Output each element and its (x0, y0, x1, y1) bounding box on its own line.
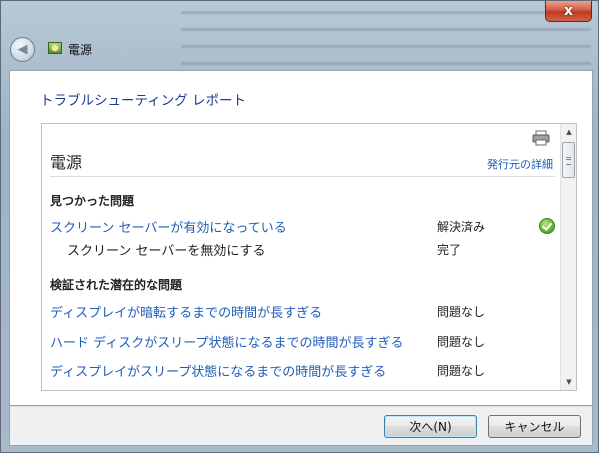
back-button[interactable]: ◀ (10, 37, 35, 62)
background-window-text (181, 5, 591, 65)
table-row: スクリーン セーバーを無効にする 完了 (50, 240, 558, 259)
troubleshooter-window: x ◀ 電源 トラブルシューティング レポート 電源 発行元の詳細 見つかった問… (0, 0, 599, 453)
report-title: 電源 (50, 153, 83, 172)
close-icon: x (563, 3, 574, 19)
fix-step-label: スクリーン セーバーを無効にする (67, 244, 266, 259)
table-row: ハード ディスクがスリープ状態になるまでの時間が長すぎる 問題なし (50, 332, 558, 351)
status-text: 問題なし (437, 305, 486, 319)
section-heading-found-problems: 見つかった問題 (50, 194, 135, 208)
scroll-down-icon[interactable]: ▼ (561, 374, 576, 390)
status-text: 解決済み (437, 220, 486, 234)
check-icon (539, 218, 555, 234)
section-heading-verified-issues: 検証された潜在的な問題 (50, 278, 183, 292)
button-bar: 次へ(N) キャンセル (9, 406, 593, 446)
divider (50, 176, 555, 177)
report-content: 電源 発行元の詳細 見つかった問題 スクリーン セーバーが有効になっている 解決… (42, 124, 561, 390)
next-button[interactable]: 次へ(N) (384, 415, 477, 438)
table-row: スクリーン セーバーが有効になっている 解決済み (50, 217, 558, 236)
publisher-details-link[interactable]: 発行元の詳細 (487, 156, 553, 172)
cancel-button[interactable]: キャンセル (488, 415, 581, 438)
close-button[interactable]: x (545, 1, 592, 22)
scroll-up-icon[interactable]: ▲ (561, 124, 576, 140)
print-icon[interactable] (532, 130, 550, 146)
status-text: 完了 (437, 243, 462, 257)
scroll-thumb[interactable] (562, 142, 575, 178)
power-troubleshooter-icon (48, 42, 62, 54)
status-text: 問題なし (437, 335, 486, 349)
table-row: ディスプレイがスリープ状態になるまでの時間が長すぎる 問題なし (50, 361, 558, 380)
content-area: トラブルシューティング レポート 電源 発行元の詳細 見つかった問題 スクリーン… (9, 70, 593, 406)
table-row: ディスプレイが暗転するまでの時間が長すぎる 問題なし (50, 302, 558, 321)
problem-link[interactable]: ディスプレイがスリープ状態になるまでの時間が長すぎる (50, 361, 386, 380)
page-title: トラブルシューティング レポート (40, 93, 246, 109)
problem-link[interactable]: ハード ディスクがスリープ状態になるまでの時間が長すぎる (50, 332, 403, 351)
window-title: 電源 (68, 43, 93, 57)
vertical-scrollbar[interactable]: ▲ ▼ (560, 124, 576, 390)
report-panel: 電源 発行元の詳細 見つかった問題 スクリーン セーバーが有効になっている 解決… (41, 123, 577, 391)
status-text: 問題なし (437, 364, 486, 378)
problem-link[interactable]: スクリーン セーバーが有効になっている (50, 217, 287, 236)
back-arrow-icon: ◀ (17, 42, 28, 57)
problem-link[interactable]: ディスプレイが暗転するまでの時間が長すぎる (50, 302, 322, 321)
